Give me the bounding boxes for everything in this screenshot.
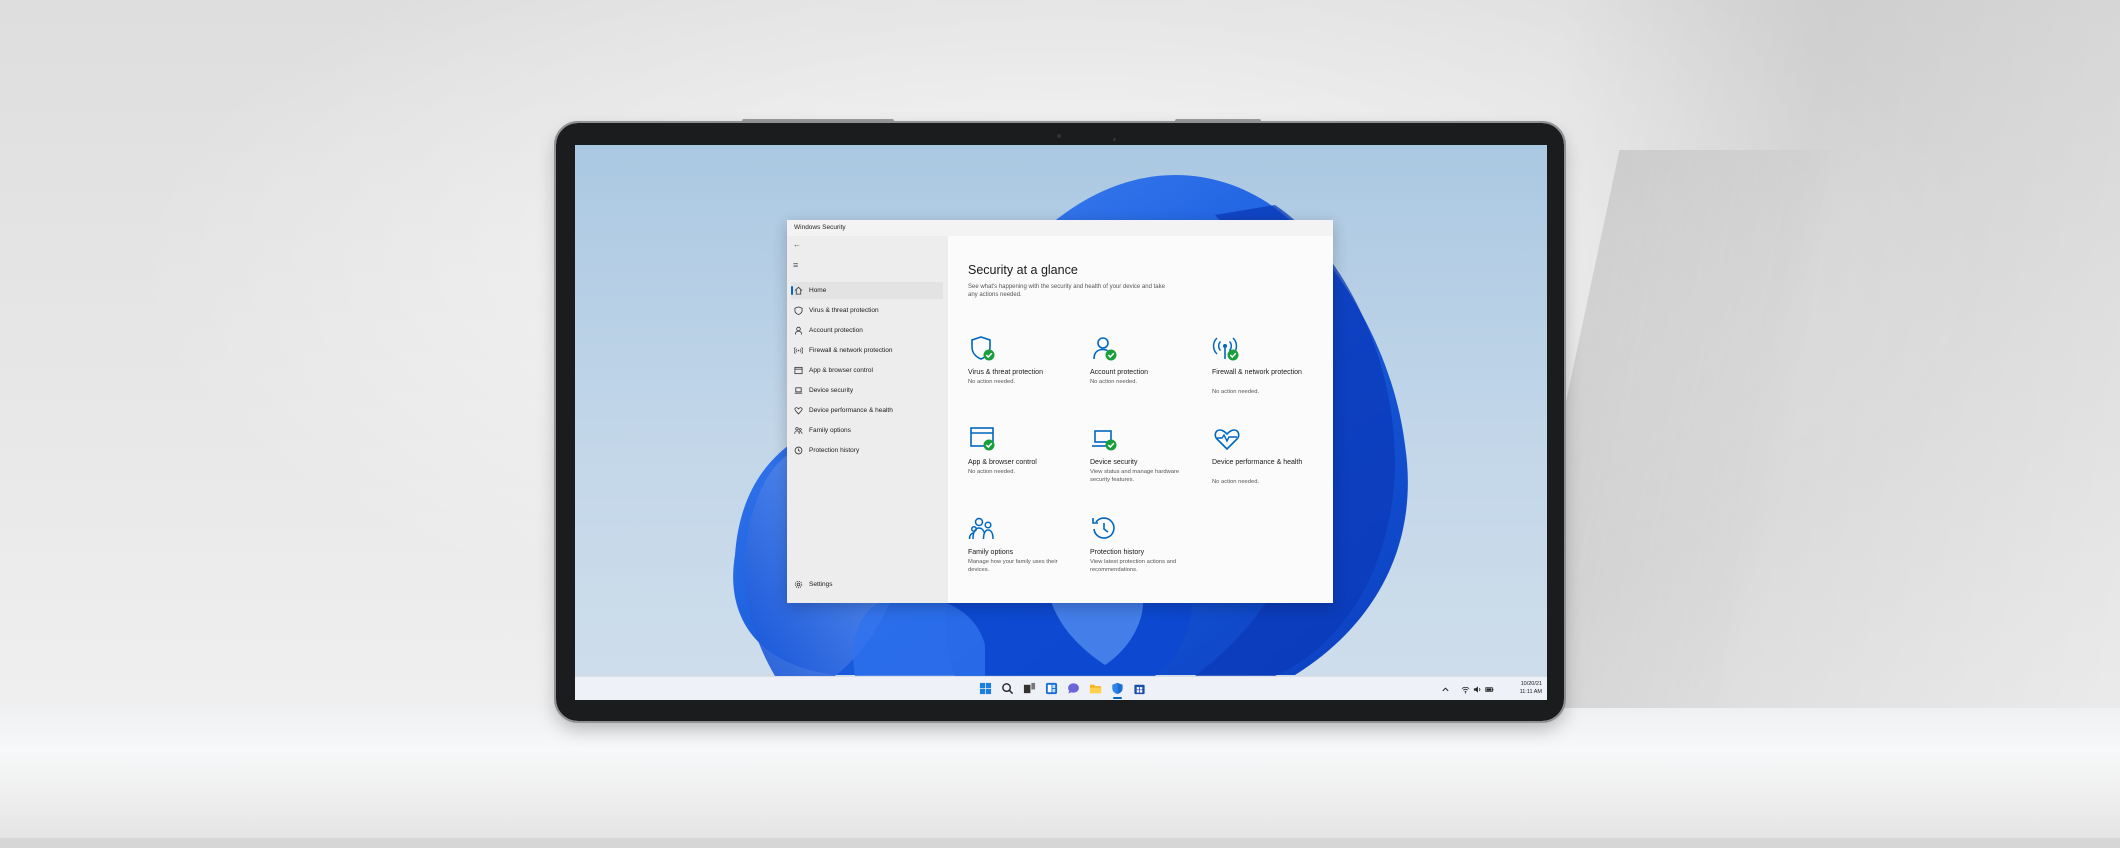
laptop-check-icon <box>1092 430 1117 451</box>
window-check-icon <box>970 427 995 451</box>
wifi-antenna-icon <box>793 346 803 356</box>
tile-title: Virus & threat protection <box>968 369 1043 376</box>
heart-pulse-icon <box>1214 429 1240 451</box>
search-icon[interactable] <box>1000 681 1015 696</box>
history-icon <box>793 446 803 456</box>
person-check-icon <box>1093 337 1117 361</box>
antenna-check-icon <box>1212 337 1239 361</box>
tile-status: View status and manage hardware security… <box>1090 469 1180 483</box>
tile-device-security[interactable]: Device security View status and manage h… <box>1080 416 1198 498</box>
sidebar-item-firewall[interactable]: Firewall & network protection <box>791 342 943 359</box>
shelf-edge <box>0 838 2120 848</box>
title-bar[interactable]: Windows Security <box>787 220 1333 236</box>
tile-status: No action needed. <box>968 469 1016 475</box>
sidebar-item-label: Settings <box>809 581 833 588</box>
tile-app-browser[interactable]: App & browser control No action needed. <box>958 416 1076 498</box>
tile-virus-threat[interactable]: Virus & threat protection No action need… <box>958 326 1076 408</box>
family-icon <box>968 517 994 540</box>
sidebar-item-protection-history[interactable]: Protection history <box>791 442 943 459</box>
tile-title: App & browser control <box>968 459 1037 466</box>
desktop-screen: Windows Security ← ≡ Home Virus & threat… <box>575 145 1547 700</box>
laptop-icon <box>793 386 803 396</box>
sidebar-item-home[interactable]: Home <box>791 282 943 299</box>
back-arrow-icon[interactable]: ← <box>793 240 801 249</box>
person-icon <box>793 326 803 336</box>
sidebar-item-label: Device security <box>809 387 854 394</box>
navigation-pane: ← ≡ Home Virus & threat protection Accou… <box>787 236 948 603</box>
sidebar-item-label: Family options <box>809 427 851 434</box>
window-title: Windows Security <box>794 224 846 231</box>
sensor <box>1113 138 1116 141</box>
tile-status: No action needed. <box>1212 389 1260 395</box>
tile-title: Device performance & health <box>1212 459 1303 466</box>
start-icon[interactable] <box>978 681 993 696</box>
tile-family-options[interactable]: Family options Manage how your family us… <box>958 506 1076 588</box>
active-app-indicator <box>1113 697 1122 699</box>
volume-icon[interactable] <box>1472 684 1482 694</box>
tile-status: View latest protection actions and recom… <box>1090 559 1177 573</box>
family-icon <box>793 426 803 436</box>
wifi-icon[interactable] <box>1460 684 1470 694</box>
sidebar-item-settings[interactable]: Settings <box>791 576 943 593</box>
shelf-surface <box>0 708 2120 848</box>
sidebar-item-label: Virus & threat protection <box>809 307 879 314</box>
date-label: 10/20/21 <box>1520 681 1542 687</box>
home-icon <box>793 286 803 296</box>
page-subtitle: See what's happening with the security a… <box>968 284 1165 298</box>
tile-status: No action needed. <box>1090 379 1138 385</box>
camera <box>1057 134 1061 138</box>
tile-protection-history[interactable]: Protection history View latest protectio… <box>1080 506 1198 588</box>
battery-icon[interactable] <box>1484 684 1494 694</box>
heart-icon <box>793 406 803 416</box>
task-view-icon[interactable] <box>1022 681 1037 696</box>
main-content: Security at a glance See what's happenin… <box>948 236 1333 603</box>
sidebar-item-label: Protection history <box>809 447 860 454</box>
tile-title: Family options <box>968 549 1014 556</box>
widgets-icon[interactable] <box>1044 681 1059 696</box>
sidebar-item-label: App & browser control <box>809 367 873 374</box>
file-explorer-icon[interactable] <box>1088 681 1103 696</box>
tile-title: Firewall & network protection <box>1212 369 1302 376</box>
gear-icon <box>793 580 803 590</box>
tile-status: Manage how your family uses their device… <box>968 559 1058 573</box>
sidebar-item-virus-threat[interactable]: Virus & threat protection <box>791 302 943 319</box>
shield-icon <box>793 306 803 316</box>
tile-title: Protection history <box>1090 549 1145 556</box>
history-icon <box>1092 517 1115 539</box>
tile-account-protection[interactable]: Account protection No action needed. <box>1080 326 1198 408</box>
windows-security-window: Windows Security ← ≡ Home Virus & threat… <box>787 220 1333 603</box>
sidebar-item-label: Account protection <box>809 327 863 334</box>
time-label: 11:11 AM <box>1519 688 1542 695</box>
sidebar-item-device-security[interactable]: Device security <box>791 382 943 399</box>
sidebar-item-family[interactable]: Family options <box>791 422 943 439</box>
tile-title: Device security <box>1090 459 1138 466</box>
taskbar: 10/20/21 11:11 AM <box>575 676 1547 700</box>
sidebar-item-label: Firewall & network protection <box>809 347 893 354</box>
shield-check-icon <box>971 336 995 361</box>
app-window-icon <box>793 366 803 376</box>
store-icon[interactable] <box>1132 681 1147 696</box>
active-indicator <box>791 286 793 295</box>
tile-device-performance[interactable]: Device performance & health No action ne… <box>1202 416 1320 498</box>
sidebar-item-app-browser[interactable]: App & browser control <box>791 362 943 379</box>
page-title: Security at a glance <box>968 263 1078 277</box>
hamburger-menu-icon[interactable]: ≡ <box>793 260 798 270</box>
tile-firewall[interactable]: Firewall & network protection No action … <box>1202 326 1320 408</box>
sidebar-item-label: Home <box>809 287 827 294</box>
tile-title: Account protection <box>1090 369 1148 376</box>
chevron-up-icon[interactable] <box>1440 684 1450 694</box>
clock[interactable]: 10/20/21 11:11 AM <box>1512 681 1542 696</box>
tile-status: No action needed. <box>1212 479 1260 485</box>
sidebar-item-performance[interactable]: Device performance & health <box>791 402 943 419</box>
sidebar-item-account[interactable]: Account protection <box>791 322 943 339</box>
tile-status: No action needed. <box>968 379 1016 385</box>
windows-security-icon[interactable] <box>1110 681 1125 699</box>
sidebar-item-label: Device performance & health <box>809 407 893 414</box>
chat-icon[interactable] <box>1066 681 1081 696</box>
